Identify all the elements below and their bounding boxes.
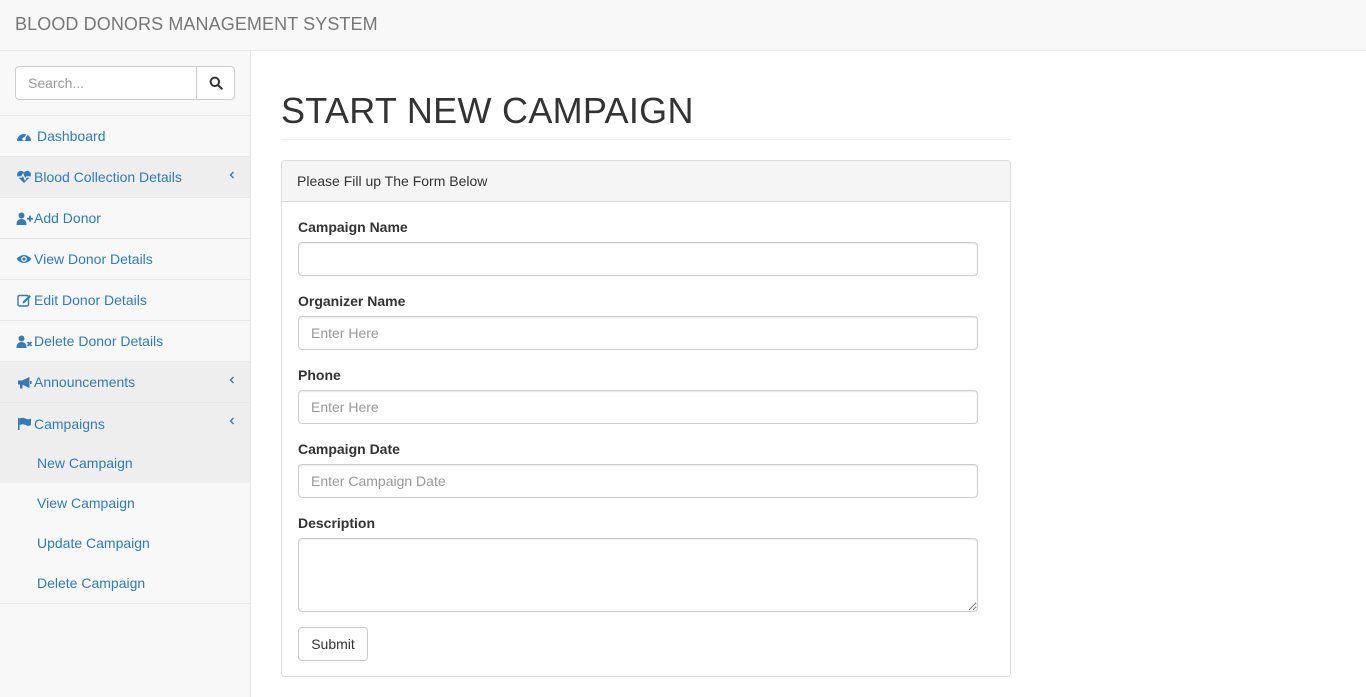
sidebar-search bbox=[0, 51, 250, 116]
campaign-date-label: Campaign Date bbox=[298, 441, 400, 457]
sidebar-subitem-update-campaign[interactable]: Update Campaign bbox=[0, 523, 250, 563]
sidebar-item-edit-donor-details[interactable]: Edit Donor Details bbox=[0, 280, 250, 321]
sidebar: Dashboard Blood Collection Details Add D… bbox=[0, 51, 251, 697]
campaign-name-label: Campaign Name bbox=[298, 219, 408, 235]
eye-icon bbox=[15, 252, 33, 266]
chevron-left-icon bbox=[229, 171, 234, 179]
panel-heading: Please Fill up The Form Below bbox=[282, 161, 1010, 202]
page-title: START NEW CAMPAIGN bbox=[281, 90, 694, 131]
sidebar-divider bbox=[0, 603, 250, 604]
organizer-name-label: Organizer Name bbox=[298, 293, 406, 309]
top-navbar: BLOOD DONORS MANAGEMENT SYSTEM bbox=[0, 0, 1366, 51]
heartbeat-icon bbox=[15, 170, 33, 184]
flag-icon bbox=[15, 417, 33, 431]
dashboard-icon bbox=[15, 129, 33, 143]
sidebar-item-label: Add Donor bbox=[34, 210, 101, 226]
sidebar-item-label: Edit Donor Details bbox=[34, 292, 147, 308]
sidebar-item-announcements[interactable]: Announcements bbox=[0, 362, 250, 403]
edit-icon bbox=[15, 293, 33, 307]
sidebar-item-label: Announcements bbox=[34, 374, 136, 390]
description-textarea[interactable] bbox=[298, 538, 978, 612]
sidebar-item-label: Dashboard bbox=[37, 128, 106, 144]
sidebar-item-label: Delete Donor Details bbox=[34, 333, 164, 349]
sidebar-subitem-delete-campaign[interactable]: Delete Campaign bbox=[0, 563, 250, 603]
search-button[interactable] bbox=[196, 66, 235, 100]
campaign-date-input[interactable] bbox=[298, 464, 978, 498]
sidebar-item-view-donor-details[interactable]: View Donor Details bbox=[0, 239, 250, 280]
sidebar-subitem-new-campaign[interactable]: New Campaign bbox=[0, 443, 250, 483]
campaign-form-panel: Please Fill up The Form Below Campaign N… bbox=[281, 160, 1011, 677]
description-label: Description bbox=[298, 515, 376, 531]
search-input[interactable] bbox=[15, 66, 197, 100]
sidebar-subitem-view-campaign[interactable]: View Campaign bbox=[0, 483, 250, 523]
phone-input[interactable] bbox=[298, 390, 978, 424]
app-title[interactable]: BLOOD DONORS MANAGEMENT SYSTEM bbox=[15, 14, 378, 35]
campaign-name-input[interactable] bbox=[298, 242, 978, 276]
organizer-name-input[interactable] bbox=[298, 316, 978, 350]
sidebar-item-add-donor[interactable]: Add Donor bbox=[0, 198, 250, 239]
title-divider bbox=[281, 139, 1011, 140]
chevron-left-icon bbox=[229, 417, 234, 425]
sidebar-item-dashboard[interactable]: Dashboard bbox=[0, 116, 250, 157]
chevron-left-icon bbox=[229, 376, 234, 384]
search-icon bbox=[209, 76, 223, 90]
sidebar-subitem-label: Update Campaign bbox=[37, 535, 150, 551]
phone-label: Phone bbox=[298, 367, 341, 383]
user-times-icon bbox=[15, 334, 33, 348]
sidebar-item-label: Campaigns bbox=[34, 415, 105, 432]
sidebar-item-label: View Donor Details bbox=[34, 251, 153, 267]
submit-button[interactable]: Submit bbox=[298, 627, 368, 661]
sidebar-subitem-label: Delete Campaign bbox=[37, 575, 146, 591]
sidebar-item-campaigns[interactable]: Campaigns bbox=[0, 403, 250, 444]
user-plus-icon bbox=[15, 211, 33, 225]
sidebar-item-blood-collection-details[interactable]: Blood Collection Details bbox=[0, 157, 250, 198]
sidebar-subitem-label: New Campaign bbox=[37, 455, 133, 471]
bullhorn-icon bbox=[15, 375, 33, 389]
sidebar-subitem-label: View Campaign bbox=[37, 495, 135, 511]
sidebar-item-label: Blood Collection Details bbox=[34, 169, 182, 185]
sidebar-item-delete-donor-details[interactable]: Delete Donor Details bbox=[0, 321, 250, 362]
